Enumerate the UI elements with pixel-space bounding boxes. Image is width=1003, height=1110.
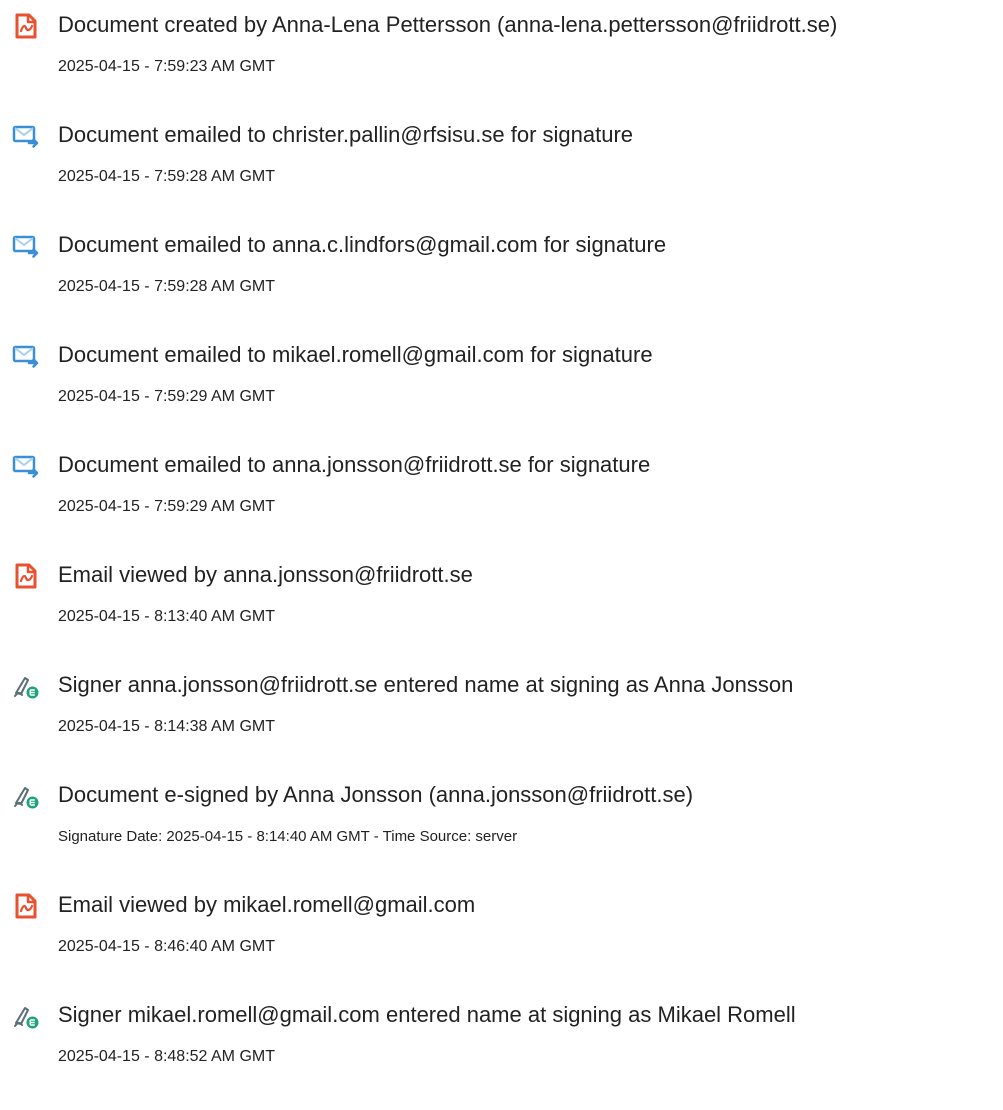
event-timestamp: 2025-04-15 - 8:13:40 AM GMT <box>58 608 275 625</box>
event-document-created: Document created by Anna-Lena Pettersson… <box>0 10 1003 120</box>
document-icon <box>12 562 40 590</box>
e-sign-icon <box>12 1002 40 1030</box>
email-sent-icon <box>12 342 40 370</box>
event-title: Document created by Anna-Lena Pettersson… <box>58 12 838 37</box>
document-icon <box>12 892 40 920</box>
event-timestamp: 2025-04-15 - 7:59:29 AM GMT <box>58 498 275 515</box>
event-title: Signer mikael.romell@gmail.com entered n… <box>58 1002 796 1027</box>
event-signer-name-entered: Signer anna.jonsson@friidrott.se entered… <box>0 670 1003 780</box>
event-email-viewed: Email viewed by mikael.romell@gmail.com … <box>0 890 1003 1000</box>
event-signer-name-entered: Signer mikael.romell@gmail.com entered n… <box>0 1000 1003 1110</box>
event-email-viewed: Email viewed by anna.jonsson@friidrott.s… <box>0 560 1003 670</box>
event-timestamp: 2025-04-15 - 8:46:40 AM GMT <box>58 938 275 955</box>
event-timestamp: 2025-04-15 - 7:59:28 AM GMT <box>58 278 275 295</box>
event-timestamp: 2025-04-15 - 8:14:38 AM GMT <box>58 718 275 735</box>
event-title: Email viewed by mikael.romell@gmail.com <box>58 892 476 917</box>
event-document-e-signed: Document e-signed by Anna Jonsson (anna.… <box>0 780 1003 890</box>
event-timestamp: 2025-04-15 - 8:48:52 AM GMT <box>58 1048 275 1065</box>
e-sign-icon <box>12 672 40 700</box>
event-document-emailed: Document emailed to christer.pallin@rfsi… <box>0 120 1003 230</box>
event-timestamp: 2025-04-15 - 7:59:29 AM GMT <box>58 388 275 405</box>
event-timestamp: 2025-04-15 - 7:59:23 AM GMT <box>58 58 275 75</box>
event-title: Email viewed by anna.jonsson@friidrott.s… <box>58 562 473 587</box>
event-title: Document e-signed by Anna Jonsson (anna.… <box>58 782 694 807</box>
email-sent-icon <box>12 232 40 260</box>
email-sent-icon <box>12 452 40 480</box>
event-document-emailed: Document emailed to anna.jonsson@friidro… <box>0 450 1003 560</box>
audit-event-list: Document created by Anna-Lena Pettersson… <box>0 0 1003 1107</box>
email-sent-icon <box>12 122 40 150</box>
event-title: Document emailed to christer.pallin@rfsi… <box>58 122 634 147</box>
document-icon <box>12 12 40 40</box>
event-title: Document emailed to mikael.romell@gmail.… <box>58 342 653 367</box>
event-title: Document emailed to anna.c.lindfors@gmai… <box>58 232 667 257</box>
event-title: Document emailed to anna.jonsson@friidro… <box>58 452 651 477</box>
event-signature-date: Signature Date: 2025-04-15 - 8:14:40 AM … <box>58 828 518 845</box>
event-document-emailed: Document emailed to mikael.romell@gmail.… <box>0 340 1003 450</box>
event-timestamp: 2025-04-15 - 7:59:28 AM GMT <box>58 168 275 185</box>
event-title: Signer anna.jonsson@friidrott.se entered… <box>58 672 794 697</box>
event-document-emailed: Document emailed to anna.c.lindfors@gmai… <box>0 230 1003 340</box>
e-sign-icon <box>12 782 40 810</box>
